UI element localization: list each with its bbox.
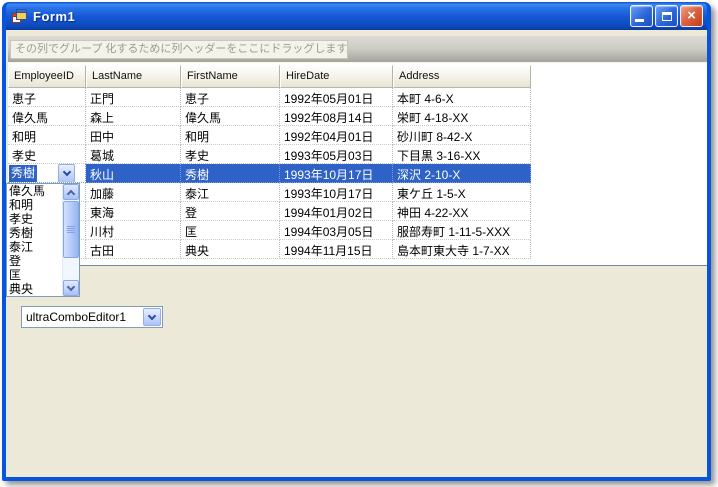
- grid-cell[interactable]: 島本町東大寺 1-7-XX: [393, 240, 531, 259]
- grid-cell[interactable]: 服部寿町 1-11-5-XXX: [393, 221, 531, 240]
- column-header-firstname[interactable]: FirstName: [181, 65, 280, 88]
- dropdown-item[interactable]: 和明: [7, 198, 62, 212]
- table-row[interactable]: 孝史 葛城 孝史 1993年05月03日 下目黒 3-16-XX: [8, 145, 707, 164]
- chevron-up-icon: [66, 189, 76, 198]
- grid-cell[interactable]: 神田 4-22-XX: [393, 202, 531, 221]
- scroll-up-button[interactable]: [63, 184, 79, 200]
- grid-cell[interactable]: 正門: [86, 88, 181, 107]
- ultra-combo-editor[interactable]: ultraComboEditor1: [21, 306, 163, 328]
- grid-cell[interactable]: 匡: [181, 221, 280, 240]
- grid-cell[interactable]: 秋山: [86, 164, 181, 183]
- grid-cell[interactable]: 葛城: [86, 145, 181, 164]
- form-app-icon: [12, 8, 28, 24]
- dropdown-item[interactable]: 偉久馬: [7, 184, 62, 198]
- grid-cell[interactable]: 1994年01月02日: [280, 202, 393, 221]
- grid-cell[interactable]: 田中: [86, 126, 181, 145]
- grid-cell[interactable]: 1994年03月05日: [280, 221, 393, 240]
- table-row[interactable]: 和明 田中 和明 1992年04月01日 砂川町 8-42-X: [8, 126, 707, 145]
- grid-cell[interactable]: 偉久馬: [181, 107, 280, 126]
- grid-cell[interactable]: 1993年05月03日: [280, 145, 393, 164]
- chevron-down-icon: [62, 167, 71, 177]
- grid-cell[interactable]: 恵子: [8, 88, 86, 107]
- scroll-thumb[interactable]: [63, 201, 79, 258]
- grid-cell[interactable]: 和明: [181, 126, 280, 145]
- window: Form1 × その列でグループ 化するために列ヘッダーをここにドラッグします。…: [2, 2, 711, 481]
- close-icon: ×: [687, 7, 696, 24]
- group-by-panel[interactable]: その列でグループ 化するために列ヘッダーをここにドラッグします。: [8, 36, 707, 63]
- grid-cell[interactable]: 1992年04月01日: [280, 126, 393, 145]
- dropdown-item[interactable]: 秀樹: [7, 226, 62, 240]
- dropdown-item[interactable]: 孝史: [7, 212, 62, 226]
- dropdown-items: 偉久馬 和明 孝史 秀樹 泰江登匡典央: [7, 184, 62, 296]
- grid-cell[interactable]: 偉久馬: [8, 107, 86, 126]
- dropdown-item[interactable]: 典央: [7, 282, 62, 296]
- grid-cell[interactable]: 和明: [8, 126, 86, 145]
- grid-cell[interactable]: 孝史: [181, 145, 280, 164]
- chevron-down-icon: [66, 282, 76, 291]
- column-header-hiredate[interactable]: HireDate: [280, 65, 393, 88]
- grid-cell[interactable]: 森上: [86, 107, 181, 126]
- column-header-address[interactable]: Address: [393, 65, 531, 88]
- grid-cell[interactable]: 東海: [86, 202, 181, 221]
- grid-cell[interactable]: 古田: [86, 240, 181, 259]
- grid-cell[interactable]: 東ケ丘 1-5-X: [393, 183, 531, 202]
- grid-cell[interactable]: 栄町 4-18-XX: [393, 107, 531, 126]
- grid-cell[interactable]: 1993年10月17日: [280, 164, 393, 183]
- grid-cell[interactable]: 恵子: [181, 88, 280, 107]
- dropdown-item[interactable]: 泰江: [7, 240, 62, 254]
- table-row[interactable]: 偉久馬 森上 偉久馬 1992年08月14日 栄町 4-18-XX: [8, 107, 707, 126]
- window-title: Form1: [33, 8, 76, 24]
- grid-cell[interactable]: 深沢 2-10-X: [393, 164, 531, 183]
- minimize-icon: [635, 19, 644, 22]
- employees-grid: その列でグループ 化するために列ヘッダーをここにドラッグします。 Employe…: [8, 36, 707, 266]
- dropdown-item[interactable]: 登: [7, 254, 62, 268]
- close-button[interactable]: ×: [680, 5, 703, 27]
- form-client-area: その列でグループ 化するために列ヘッダーをここにドラッグします。 Employe…: [6, 30, 707, 477]
- title-bar[interactable]: Form1 ×: [6, 2, 707, 30]
- employeeid-dropdown-list: 偉久馬 和明 孝史 秀樹 泰江登匡典央: [6, 183, 80, 297]
- table-row[interactable]: 恵子 正門 恵子 1992年05月01日 本町 4-6-X: [8, 88, 707, 107]
- dropdown-item[interactable]: 匡: [7, 268, 62, 282]
- minimize-button[interactable]: [630, 5, 653, 27]
- table-row[interactable]: 秀樹 秋山 秀樹 1993年10月17日 深沢 2-10-X: [8, 164, 707, 183]
- grid-cell[interactable]: 砂川町 8-42-X: [393, 126, 531, 145]
- grid-cell[interactable]: 1992年08月14日: [280, 107, 393, 126]
- grid-body: 恵子 正門 恵子 1992年05月01日 本町 4-6-X 偉久馬 森上 偉久馬 1992年08…: [8, 88, 707, 264]
- table-row[interactable]: 東海登 1994年01月02日 神田 4-22-XX: [8, 202, 707, 221]
- dropdown-scrollbar[interactable]: [62, 184, 79, 296]
- scroll-down-button[interactable]: [63, 280, 79, 296]
- maximize-button[interactable]: [655, 5, 678, 27]
- grid-cell[interactable]: 泰江: [181, 183, 280, 202]
- cell-combo-dropdown-button[interactable]: [58, 164, 75, 182]
- grid-cell[interactable]: 孝史: [8, 145, 86, 164]
- grid-cell[interactable]: 1992年05月01日: [280, 88, 393, 107]
- table-row[interactable]: 川村匡 1994年03月05日 服部寿町 1-11-5-XXX: [8, 221, 707, 240]
- maximize-icon: [661, 11, 672, 21]
- chevron-down-icon: [147, 311, 157, 320]
- cell-editor-field[interactable]: 秀樹: [8, 164, 75, 182]
- cell-editor-selected-text: 秀樹: [9, 165, 38, 182]
- group-by-prompt: その列でグループ 化するために列ヘッダーをここにドラッグします。: [10, 40, 348, 59]
- combo-value: ultraComboEditor1: [26, 310, 127, 324]
- column-header-lastname[interactable]: LastName: [86, 65, 181, 88]
- grid-cell[interactable]: 本町 4-6-X: [393, 88, 531, 107]
- grid-cell[interactable]: 典央: [181, 240, 280, 259]
- grid-cell[interactable]: 1994年11月15日: [280, 240, 393, 259]
- table-row[interactable]: 古田 典央 1994年11月15日 島本町東大寺 1-7-XX: [8, 240, 707, 259]
- grid-header-row: EmployeeID LastName FirstName HireDate Addre…: [8, 63, 707, 88]
- table-row[interactable]: 加藤 泰江 1993年10月17日 東ケ丘 1-5-X: [8, 183, 707, 202]
- grid-cell[interactable]: 下目黒 3-16-XX: [393, 145, 531, 164]
- grid-cell[interactable]: 加藤: [86, 183, 181, 202]
- grid-cell[interactable]: 川村: [86, 221, 181, 240]
- combo-dropdown-button[interactable]: [143, 308, 161, 326]
- grid-cell[interactable]: 登: [181, 202, 280, 221]
- column-header-employeeid[interactable]: EmployeeID: [8, 65, 86, 88]
- cell-combo-editor[interactable]: 秀樹: [8, 164, 86, 183]
- grid-cell[interactable]: 1993年10月17日: [280, 183, 393, 202]
- grid-cell[interactable]: 秀樹: [181, 164, 280, 183]
